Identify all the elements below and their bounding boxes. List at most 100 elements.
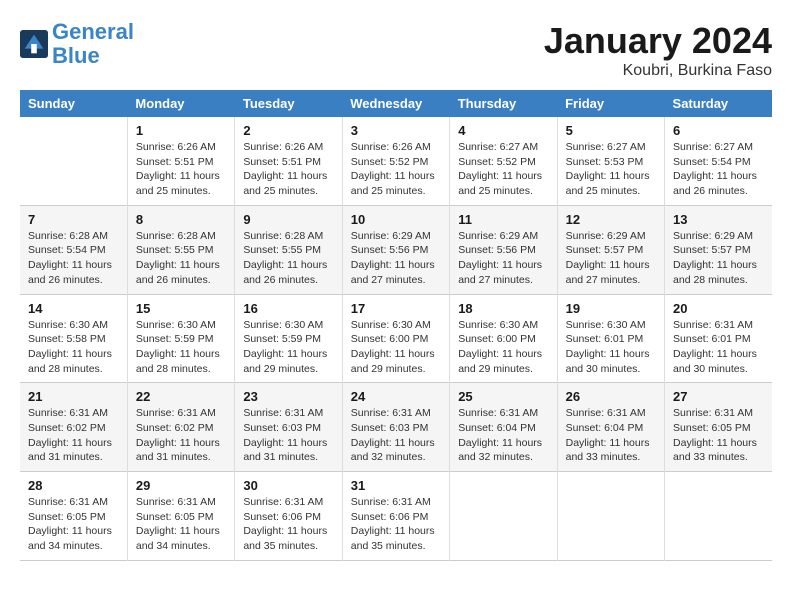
calendar-table: SundayMondayTuesdayWednesdayThursdayFrid…	[20, 90, 772, 561]
day-number: 19	[566, 301, 656, 316]
day-number: 3	[351, 123, 441, 138]
calendar-cell: 3 Sunrise: 6:26 AMSunset: 5:52 PMDaylight…	[342, 117, 449, 205]
day-info: Sunrise: 6:31 AMSunset: 6:02 PMDaylight:…	[136, 406, 226, 465]
day-info: Sunrise: 6:30 AMSunset: 6:00 PMDaylight:…	[458, 318, 548, 377]
day-info: Sunrise: 6:30 AMSunset: 6:00 PMDaylight:…	[351, 318, 441, 377]
day-number: 1	[136, 123, 226, 138]
calendar-cell: 19 Sunrise: 6:30 AMSunset: 6:01 PMDayligh…	[557, 294, 664, 383]
calendar-week-4: 21 Sunrise: 6:31 AMSunset: 6:02 PMDayligh…	[20, 383, 772, 472]
day-number: 13	[673, 212, 764, 227]
day-info: Sunrise: 6:26 AMSunset: 5:51 PMDaylight:…	[243, 140, 333, 199]
day-info: Sunrise: 6:31 AMSunset: 6:03 PMDaylight:…	[351, 406, 441, 465]
day-info: Sunrise: 6:29 AMSunset: 5:56 PMDaylight:…	[351, 229, 441, 288]
calendar-cell: 17 Sunrise: 6:30 AMSunset: 6:00 PMDayligh…	[342, 294, 449, 383]
day-info: Sunrise: 6:29 AMSunset: 5:57 PMDaylight:…	[673, 229, 764, 288]
calendar-cell: 12Sunrise: 6:29 AMSunset: 5:57 PMDayligh…	[557, 205, 664, 294]
calendar-cell	[20, 117, 127, 205]
day-header-tuesday: Tuesday	[235, 90, 342, 117]
page-subtitle: Koubri, Burkina Faso	[544, 62, 772, 80]
calendar-cell: 22 Sunrise: 6:31 AMSunset: 6:02 PMDayligh…	[127, 383, 234, 472]
day-number: 16	[243, 301, 333, 316]
calendar-cell	[665, 472, 772, 561]
calendar-header-row: SundayMondayTuesdayWednesdayThursdayFrid…	[20, 90, 772, 117]
day-number: 8	[136, 212, 226, 227]
calendar-cell: 14 Sunrise: 6:30 AMSunset: 5:58 PMDayligh…	[20, 294, 127, 383]
day-info: Sunrise: 6:27 AMSunset: 5:54 PMDaylight:…	[673, 140, 764, 199]
logo-icon	[20, 30, 48, 58]
calendar-cell: 18 Sunrise: 6:30 AMSunset: 6:00 PMDayligh…	[450, 294, 557, 383]
day-header-sunday: Sunday	[20, 90, 127, 117]
calendar-week-2: 7Sunrise: 6:28 AMSunset: 5:54 PMDaylight…	[20, 205, 772, 294]
day-number: 22	[136, 389, 226, 404]
calendar-cell	[450, 472, 557, 561]
calendar-cell: 15 Sunrise: 6:30 AMSunset: 5:59 PMDayligh…	[127, 294, 234, 383]
day-info: Sunrise: 6:30 AMSunset: 5:59 PMDaylight:…	[243, 318, 333, 377]
day-number: 25	[458, 389, 548, 404]
day-info: Sunrise: 6:29 AMSunset: 5:56 PMDaylight:…	[458, 229, 548, 288]
day-number: 14	[28, 301, 119, 316]
calendar-cell: 24 Sunrise: 6:31 AMSunset: 6:03 PMDayligh…	[342, 383, 449, 472]
day-number: 6	[673, 123, 764, 138]
day-info: Sunrise: 6:27 AMSunset: 5:52 PMDaylight:…	[458, 140, 548, 199]
calendar-cell: 31Sunrise: 6:31 AMSunset: 6:06 PMDayligh…	[342, 472, 449, 561]
day-info: Sunrise: 6:31 AMSunset: 6:05 PMDaylight:…	[28, 495, 119, 554]
calendar-cell: 21Sunrise: 6:31 AMSunset: 6:02 PMDayligh…	[20, 383, 127, 472]
day-number: 23	[243, 389, 333, 404]
day-number: 15	[136, 301, 226, 316]
day-number: 11	[458, 212, 548, 227]
calendar-cell: 13 Sunrise: 6:29 AMSunset: 5:57 PMDayligh…	[665, 205, 772, 294]
calendar-cell: 7Sunrise: 6:28 AMSunset: 5:54 PMDaylight…	[20, 205, 127, 294]
calendar-cell: 25 Sunrise: 6:31 AMSunset: 6:04 PMDayligh…	[450, 383, 557, 472]
day-number: 4	[458, 123, 548, 138]
calendar-cell: 11 Sunrise: 6:29 AMSunset: 5:56 PMDayligh…	[450, 205, 557, 294]
day-number: 10	[351, 212, 441, 227]
day-info: Sunrise: 6:30 AMSunset: 6:01 PMDaylight:…	[566, 318, 656, 377]
day-info: Sunrise: 6:26 AMSunset: 5:52 PMDaylight:…	[351, 140, 441, 199]
day-number: 21	[28, 389, 119, 404]
calendar-week-5: 28 Sunrise: 6:31 AMSunset: 6:05 PMDayligh…	[20, 472, 772, 561]
day-number: 29	[136, 478, 226, 493]
calendar-cell: 26Sunrise: 6:31 AMSunset: 6:04 PMDayligh…	[557, 383, 664, 472]
calendar-cell	[557, 472, 664, 561]
logo: General Blue	[20, 20, 134, 68]
calendar-cell: 5 Sunrise: 6:27 AMSunset: 5:53 PMDaylight…	[557, 117, 664, 205]
day-info: Sunrise: 6:27 AMSunset: 5:53 PMDaylight:…	[566, 140, 656, 199]
day-number: 26	[566, 389, 656, 404]
day-number: 17	[351, 301, 441, 316]
day-number: 9	[243, 212, 333, 227]
day-number: 24	[351, 389, 441, 404]
day-info: Sunrise: 6:31 AMSunset: 6:04 PMDaylight:…	[458, 406, 548, 465]
day-info: Sunrise: 6:30 AMSunset: 5:59 PMDaylight:…	[136, 318, 226, 377]
logo-text: General Blue	[52, 20, 134, 68]
day-info: Sunrise: 6:31 AMSunset: 6:05 PMDaylight:…	[136, 495, 226, 554]
day-number: 30	[243, 478, 333, 493]
day-number: 20	[673, 301, 764, 316]
calendar-cell: 30 Sunrise: 6:31 AMSunset: 6:06 PMDayligh…	[235, 472, 342, 561]
day-number: 5	[566, 123, 656, 138]
day-header-monday: Monday	[127, 90, 234, 117]
calendar-cell: 8Sunrise: 6:28 AMSunset: 5:55 PMDaylight…	[127, 205, 234, 294]
day-info: Sunrise: 6:28 AMSunset: 5:55 PMDaylight:…	[243, 229, 333, 288]
calendar-cell: 9 Sunrise: 6:28 AMSunset: 5:55 PMDaylight…	[235, 205, 342, 294]
day-number: 27	[673, 389, 764, 404]
day-header-thursday: Thursday	[450, 90, 557, 117]
calendar-cell: 29 Sunrise: 6:31 AMSunset: 6:05 PMDayligh…	[127, 472, 234, 561]
day-header-wednesday: Wednesday	[342, 90, 449, 117]
day-header-saturday: Saturday	[665, 90, 772, 117]
calendar-cell: 10 Sunrise: 6:29 AMSunset: 5:56 PMDayligh…	[342, 205, 449, 294]
day-info: Sunrise: 6:26 AMSunset: 5:51 PMDaylight:…	[136, 140, 226, 199]
day-info: Sunrise: 6:31 AMSunset: 6:06 PMDaylight:…	[243, 495, 333, 554]
calendar-cell: 4 Sunrise: 6:27 AMSunset: 5:52 PMDaylight…	[450, 117, 557, 205]
day-info: Sunrise: 6:31 AMSunset: 6:01 PMDaylight:…	[673, 318, 764, 377]
calendar-cell: 28 Sunrise: 6:31 AMSunset: 6:05 PMDayligh…	[20, 472, 127, 561]
title-block: January 2024 Koubri, Burkina Faso	[544, 20, 772, 80]
calendar-cell: 16 Sunrise: 6:30 AMSunset: 5:59 PMDayligh…	[235, 294, 342, 383]
day-number: 28	[28, 478, 119, 493]
day-number: 18	[458, 301, 548, 316]
calendar-cell: 2Sunrise: 6:26 AMSunset: 5:51 PMDaylight…	[235, 117, 342, 205]
day-number: 12	[566, 212, 656, 227]
day-info: Sunrise: 6:31 AMSunset: 6:06 PMDaylight:…	[351, 495, 441, 554]
calendar-cell: 23Sunrise: 6:31 AMSunset: 6:03 PMDayligh…	[235, 383, 342, 472]
page-header: General Blue January 2024 Koubri, Burkin…	[20, 20, 772, 80]
day-info: Sunrise: 6:30 AMSunset: 5:58 PMDaylight:…	[28, 318, 119, 377]
